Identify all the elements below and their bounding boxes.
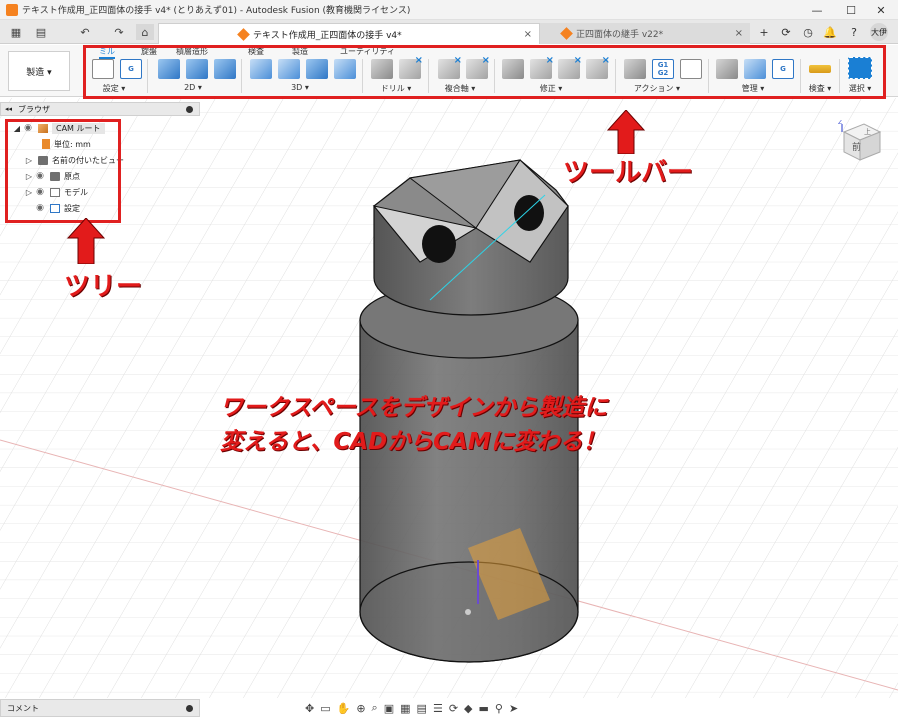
filter-icon[interactable]: ⚲ bbox=[495, 702, 503, 715]
message-line-2: 変えると、CADからCAMに変わる！ bbox=[220, 429, 606, 455]
tab-active-document[interactable]: テキスト作成用_正四面体の接手 v4* × bbox=[158, 23, 540, 44]
origin-point bbox=[465, 609, 471, 615]
message-line-1: ワークスペースをデザインから製造に bbox=[220, 395, 608, 421]
undo-icon[interactable]: ↶ bbox=[76, 24, 94, 40]
viewcube-z-label: Z bbox=[838, 120, 842, 126]
arrow-up-toolbar-icon bbox=[606, 110, 646, 154]
pin-browser-icon[interactable] bbox=[186, 105, 193, 113]
pan-icon[interactable]: ✋ bbox=[337, 702, 351, 715]
tab-inactive-label: 正四面体の継手 v22* bbox=[576, 30, 664, 40]
workspace-switcher[interactable]: 製造 ▾ bbox=[8, 51, 70, 91]
camera-icon[interactable]: ⟳ bbox=[449, 702, 458, 715]
tab-active-label: テキスト作成用_正四面体の接手 v4* bbox=[253, 30, 402, 41]
document-tab-bar: ▦ ▤ ↶ ↷ ⌂ テキスト作成用_正四面体の接手 v4* × 正四面体の継手 … bbox=[0, 20, 898, 44]
selection-filter-icon[interactable]: ➤ bbox=[509, 702, 518, 715]
visual-style-icon[interactable]: ◆ bbox=[464, 702, 472, 715]
title-bar: テキスト作成用_正四面体の接手 v4* (とりあえず01) - Autodesk… bbox=[0, 0, 898, 20]
close-tab-icon[interactable]: × bbox=[735, 28, 743, 39]
ground-plane-icon[interactable]: ☰ bbox=[433, 702, 443, 715]
comments-panel[interactable]: コメント bbox=[0, 699, 200, 717]
home-icon[interactable]: ⌂ bbox=[136, 24, 154, 40]
fusion-app-icon bbox=[6, 3, 18, 16]
document-cube-icon bbox=[560, 27, 573, 40]
environment-icon[interactable]: ▬ bbox=[479, 702, 489, 715]
navigation-bar: ✥ ▭ ✋ ⊕ ⌕ ▣ ▦ ▤ ☰ ⟳ ◆ ▬ ⚲ ➤ bbox=[305, 699, 595, 717]
look-at-icon[interactable]: ▭ bbox=[320, 702, 330, 715]
document-cube-icon bbox=[237, 27, 250, 41]
new-tab-icon[interactable]: + bbox=[756, 24, 772, 40]
notifications-icon[interactable]: 🔔 bbox=[822, 24, 838, 40]
job-status-icon[interactable]: ◷ bbox=[800, 24, 816, 40]
viewcube-icon[interactable]: 前 上 Z bbox=[838, 120, 882, 164]
close-tab-icon[interactable]: × bbox=[524, 29, 532, 40]
display-settings-icon[interactable]: ▣ bbox=[384, 702, 394, 715]
comments-label: コメント bbox=[7, 703, 39, 713]
toolbar-highlight-box bbox=[83, 45, 886, 99]
tree-highlight-box bbox=[5, 119, 121, 223]
close-window-button[interactable]: ✕ bbox=[864, 0, 898, 20]
browser-panel-header[interactable]: ◂◂ ブラウザ bbox=[0, 102, 200, 116]
fit-icon[interactable]: ⌕ bbox=[372, 701, 378, 715]
redo-icon[interactable]: ↷ bbox=[110, 24, 128, 40]
window-title: テキスト作成用_正四面体の接手 v4* (とりあえず01) - Autodesk… bbox=[22, 6, 411, 16]
orbit-icon[interactable]: ✥ bbox=[305, 702, 314, 715]
grid-settings-icon[interactable]: ▦ bbox=[400, 702, 410, 715]
help-icon[interactable]: ? bbox=[846, 24, 862, 40]
user-avatar[interactable]: 大伊 bbox=[870, 23, 888, 41]
zoom-icon[interactable]: ⊕ bbox=[356, 702, 365, 715]
viewports-icon[interactable]: ▤ bbox=[417, 702, 427, 715]
add-comment-icon[interactable] bbox=[186, 704, 193, 712]
tab-inactive-document[interactable]: 正四面体の継手 v22* × bbox=[540, 23, 750, 44]
viewcube-top-label: 上 bbox=[864, 127, 871, 136]
tree-annotation-label: ツリー bbox=[64, 272, 143, 302]
online-status-icon[interactable]: ⟳ bbox=[778, 24, 794, 40]
file-menu-icon[interactable]: ▤ bbox=[30, 24, 52, 40]
minimize-button[interactable]: — bbox=[800, 0, 834, 20]
data-panel-grid-icon[interactable]: ▦ bbox=[8, 24, 24, 40]
maximize-button[interactable]: ☐ bbox=[834, 0, 868, 20]
toolbar-annotation-label: ツールバー bbox=[563, 158, 694, 188]
arrow-up-tree-icon bbox=[66, 218, 106, 264]
viewcube-front-label: 前 bbox=[852, 141, 861, 153]
browser-title: ブラウザ bbox=[18, 104, 51, 114]
left-bore-hole bbox=[422, 225, 456, 263]
collapse-browser-icon[interactable]: ◂◂ bbox=[5, 105, 12, 113]
